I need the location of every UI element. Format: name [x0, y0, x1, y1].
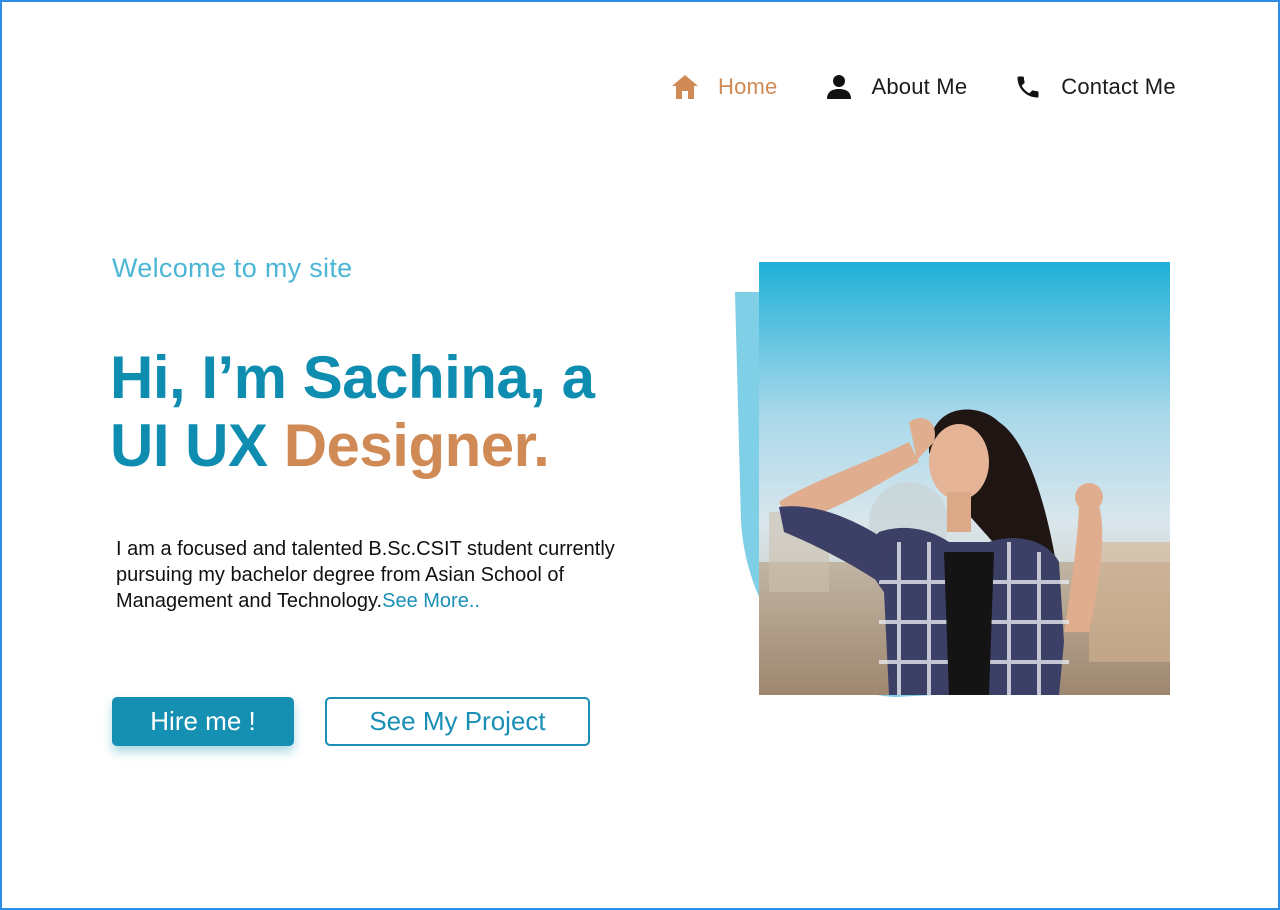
nav-item-home[interactable]: Home	[670, 72, 778, 102]
profile-photo	[759, 262, 1170, 695]
nav-item-contact[interactable]: Contact Me	[1013, 72, 1176, 102]
person-icon	[824, 72, 854, 102]
nav-label-about: About Me	[871, 74, 968, 99]
hire-me-button[interactable]: Hire me !	[112, 697, 294, 746]
nav-label-home: Home	[718, 74, 778, 99]
home-icon	[670, 72, 700, 102]
page-frame: Home About Me Contact Me Welcome to my s…	[0, 0, 1280, 910]
nav-label-contact: Contact Me	[1061, 74, 1176, 99]
welcome-text: Welcome to my site	[112, 253, 353, 283]
headline-line-2: UI UX	[110, 412, 284, 479]
bio-text: I am a focused and talented B.Sc.CSIT st…	[116, 538, 615, 612]
headline-line-1: Hi, I’m Sachina, a	[110, 344, 595, 411]
phone-icon	[1013, 72, 1043, 102]
see-more-link[interactable]: See More..	[382, 590, 480, 612]
nav-item-about[interactable]: About Me	[824, 72, 968, 102]
hero-headline: Hi, I’m Sachina, a UI UX Designer.	[110, 344, 595, 480]
headline-accent: Designer.	[283, 412, 550, 479]
top-navigation: Home About Me Contact Me	[670, 72, 1176, 102]
bio-paragraph: I am a focused and talented B.Sc.CSIT st…	[116, 536, 676, 614]
see-my-project-button[interactable]: See My Project	[325, 697, 590, 746]
